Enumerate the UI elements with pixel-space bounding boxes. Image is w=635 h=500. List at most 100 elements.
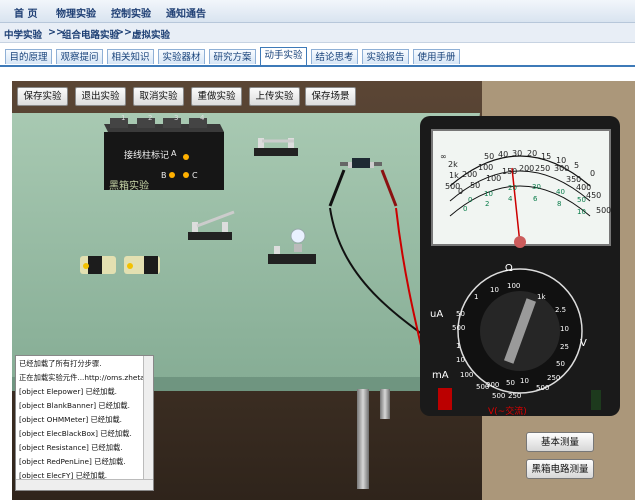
redo-experiment-button[interactable]: 重做实验 bbox=[191, 87, 242, 106]
black-box-title: 黑箱实验 bbox=[109, 181, 149, 192]
ohm-scale-2k: 2k bbox=[448, 160, 458, 169]
log-line: [object RedPenLine] 已经加载. bbox=[19, 457, 126, 466]
breadcrumb-item[interactable]: 虚拟实验 bbox=[132, 27, 170, 41]
log-line: 正在加载实验元件...http://oms.zhetao bbox=[19, 373, 150, 382]
tab-plan[interactable]: 研究方案 bbox=[209, 49, 256, 64]
dial-ua-symbol: uA bbox=[430, 309, 444, 320]
v-low-20: 20 bbox=[508, 184, 517, 192]
dc-scale-100: 100 bbox=[486, 174, 502, 183]
log-line: 已经加载了所有打分步骤. bbox=[19, 359, 102, 368]
tab-manual[interactable]: 使用手册 bbox=[413, 49, 460, 64]
ohm-scale-inf: ∞ bbox=[440, 152, 447, 161]
black-probe[interactable] bbox=[328, 169, 346, 207]
top-nav: 首 页 物理实验 控制实验 通知通告 bbox=[0, 0, 635, 23]
tab-bar: 目的原理 观察提问 相关知识 实验器材 研究方案 动手实验 结论思考 实验报告 … bbox=[0, 43, 635, 67]
dial-v-symbol: V bbox=[580, 338, 587, 349]
breadcrumb: 中学实验 >> 组合电路实验 >> 虚拟实验 bbox=[0, 23, 635, 43]
ohm-scale-40: 40 bbox=[498, 150, 509, 159]
knife-switch-top[interactable] bbox=[254, 138, 298, 156]
v-mid-4: 4 bbox=[508, 195, 513, 203]
ohm-scale-0: 0 bbox=[590, 169, 596, 178]
dial-vac-500: 500 bbox=[492, 392, 506, 400]
dc-scale-500: 500 bbox=[596, 206, 612, 215]
dial-vac-10: 10 bbox=[520, 377, 529, 385]
dial-top-100: 100 bbox=[507, 282, 521, 290]
v-mid-10: 10 bbox=[577, 208, 586, 216]
dial-top-1k: 1k bbox=[537, 293, 546, 301]
upload-experiment-button[interactable]: 上传实验 bbox=[249, 87, 300, 106]
save-experiment-button[interactable]: 保存实验 bbox=[17, 87, 68, 106]
terminal-a-label: A bbox=[171, 149, 177, 158]
tab-knowledge[interactable]: 相关知识 bbox=[107, 49, 154, 64]
log-vertical-scrollbar[interactable] bbox=[143, 356, 153, 480]
nav-notice[interactable]: 通知通告 bbox=[166, 5, 206, 20]
dial-v-50: 50 bbox=[556, 360, 565, 368]
ohm-scale-1k: 1k bbox=[449, 171, 459, 180]
black-box-num: 3 bbox=[174, 114, 179, 122]
dial-vac-200: 200 bbox=[486, 381, 500, 389]
tab-equipment[interactable]: 实验器材 bbox=[158, 49, 205, 64]
dial-v-250: 250 bbox=[547, 374, 561, 382]
dial-ma-10: 10 bbox=[456, 356, 465, 364]
tab-report[interactable]: 实验报告 bbox=[362, 49, 409, 64]
dial-ua-50: 50 bbox=[456, 310, 465, 318]
tab-purpose[interactable]: 目的原理 bbox=[5, 49, 52, 64]
log-line: [object OHMMeter] 已经加载. bbox=[19, 415, 122, 424]
v-mid-2: 2 bbox=[485, 200, 490, 208]
tab-conclusion[interactable]: 结论思考 bbox=[311, 49, 358, 64]
nav-physics[interactable]: 物理实验 bbox=[56, 5, 96, 20]
ohm-scale-30: 30 bbox=[512, 149, 523, 158]
ohm-scale-20: 20 bbox=[527, 149, 538, 158]
tab-observe[interactable]: 观察提问 bbox=[56, 49, 103, 64]
dial-v-10: 10 bbox=[560, 325, 569, 333]
ohm-scale-15: 15 bbox=[541, 152, 552, 161]
dial-ua-500: 500 bbox=[452, 324, 466, 332]
dial-ma-symbol: mA bbox=[432, 370, 449, 381]
blackbox-measurement-button[interactable]: 黑箱电路测量 bbox=[526, 459, 594, 479]
dial-left-1: 1 bbox=[474, 293, 479, 301]
log-line: [object ElecBlackBox] 已经加载. bbox=[19, 429, 132, 438]
dial-vac-50: 50 bbox=[506, 379, 515, 387]
dc-scale-250: 250 bbox=[535, 164, 551, 173]
basic-measurement-button[interactable]: 基本测量 bbox=[526, 432, 594, 452]
v-low-50: 50 bbox=[577, 196, 586, 204]
dial-v-500: 500 bbox=[536, 384, 550, 392]
terminal-label: 接线柱标记 bbox=[124, 151, 170, 161]
v-mid-8: 8 bbox=[557, 200, 562, 208]
red-probe[interactable] bbox=[380, 169, 398, 207]
black-box-num: 2 bbox=[148, 114, 153, 122]
dial-vac-symbol: V(~交流) bbox=[488, 407, 527, 417]
save-scene-button[interactable]: 保存场景 bbox=[305, 87, 356, 106]
ohm-scale-100: 100 bbox=[478, 163, 494, 172]
tab-hands-on[interactable]: 动手实验 bbox=[260, 47, 307, 65]
exit-experiment-button[interactable]: 退出实验 bbox=[75, 87, 126, 106]
log-line: [object Elepower] 已经加载. bbox=[19, 387, 118, 396]
dial-v-2-5: 2.5 bbox=[555, 306, 567, 314]
cancel-experiment-button[interactable]: 取消实验 bbox=[133, 87, 184, 106]
dc-scale-200: 200 bbox=[519, 164, 535, 173]
dc-scale-150: 150 bbox=[502, 167, 518, 176]
log-line: [object BlankBanner] 已经加载. bbox=[19, 401, 130, 410]
terminal-b-label: B bbox=[161, 171, 167, 180]
v-low-30: 30 bbox=[532, 183, 541, 191]
ohm-scale-50: 50 bbox=[484, 152, 495, 161]
ohm-scale-5: 5 bbox=[574, 161, 580, 170]
log-horizontal-scrollbar[interactable] bbox=[16, 479, 153, 490]
breadcrumb-item[interactable]: 组合电路实验 bbox=[62, 27, 119, 41]
dc-scale-300: 300 bbox=[554, 164, 570, 173]
v-low-40: 40 bbox=[556, 188, 565, 196]
knife-switch-middle[interactable] bbox=[188, 210, 235, 240]
nav-control[interactable]: 控制实验 bbox=[111, 5, 151, 20]
dial-ma-100: 100 bbox=[460, 371, 474, 379]
resistor[interactable] bbox=[340, 158, 382, 168]
dc-scale-450: 450 bbox=[586, 191, 602, 200]
battery-right[interactable] bbox=[124, 256, 160, 274]
log-panel[interactable]: 已经加载了所有打分步骤. 正在加载实验元件...http://oms.zheta… bbox=[15, 355, 154, 491]
v-low-10: 10 bbox=[484, 190, 493, 198]
breadcrumb-item[interactable]: 中学实验 bbox=[4, 27, 42, 41]
v-mid-0: 0 bbox=[463, 205, 468, 213]
lamp[interactable] bbox=[268, 228, 316, 264]
v-mid-6: 6 bbox=[533, 195, 538, 203]
battery-left[interactable] bbox=[80, 256, 116, 274]
nav-home[interactable]: 首 页 bbox=[14, 5, 37, 20]
